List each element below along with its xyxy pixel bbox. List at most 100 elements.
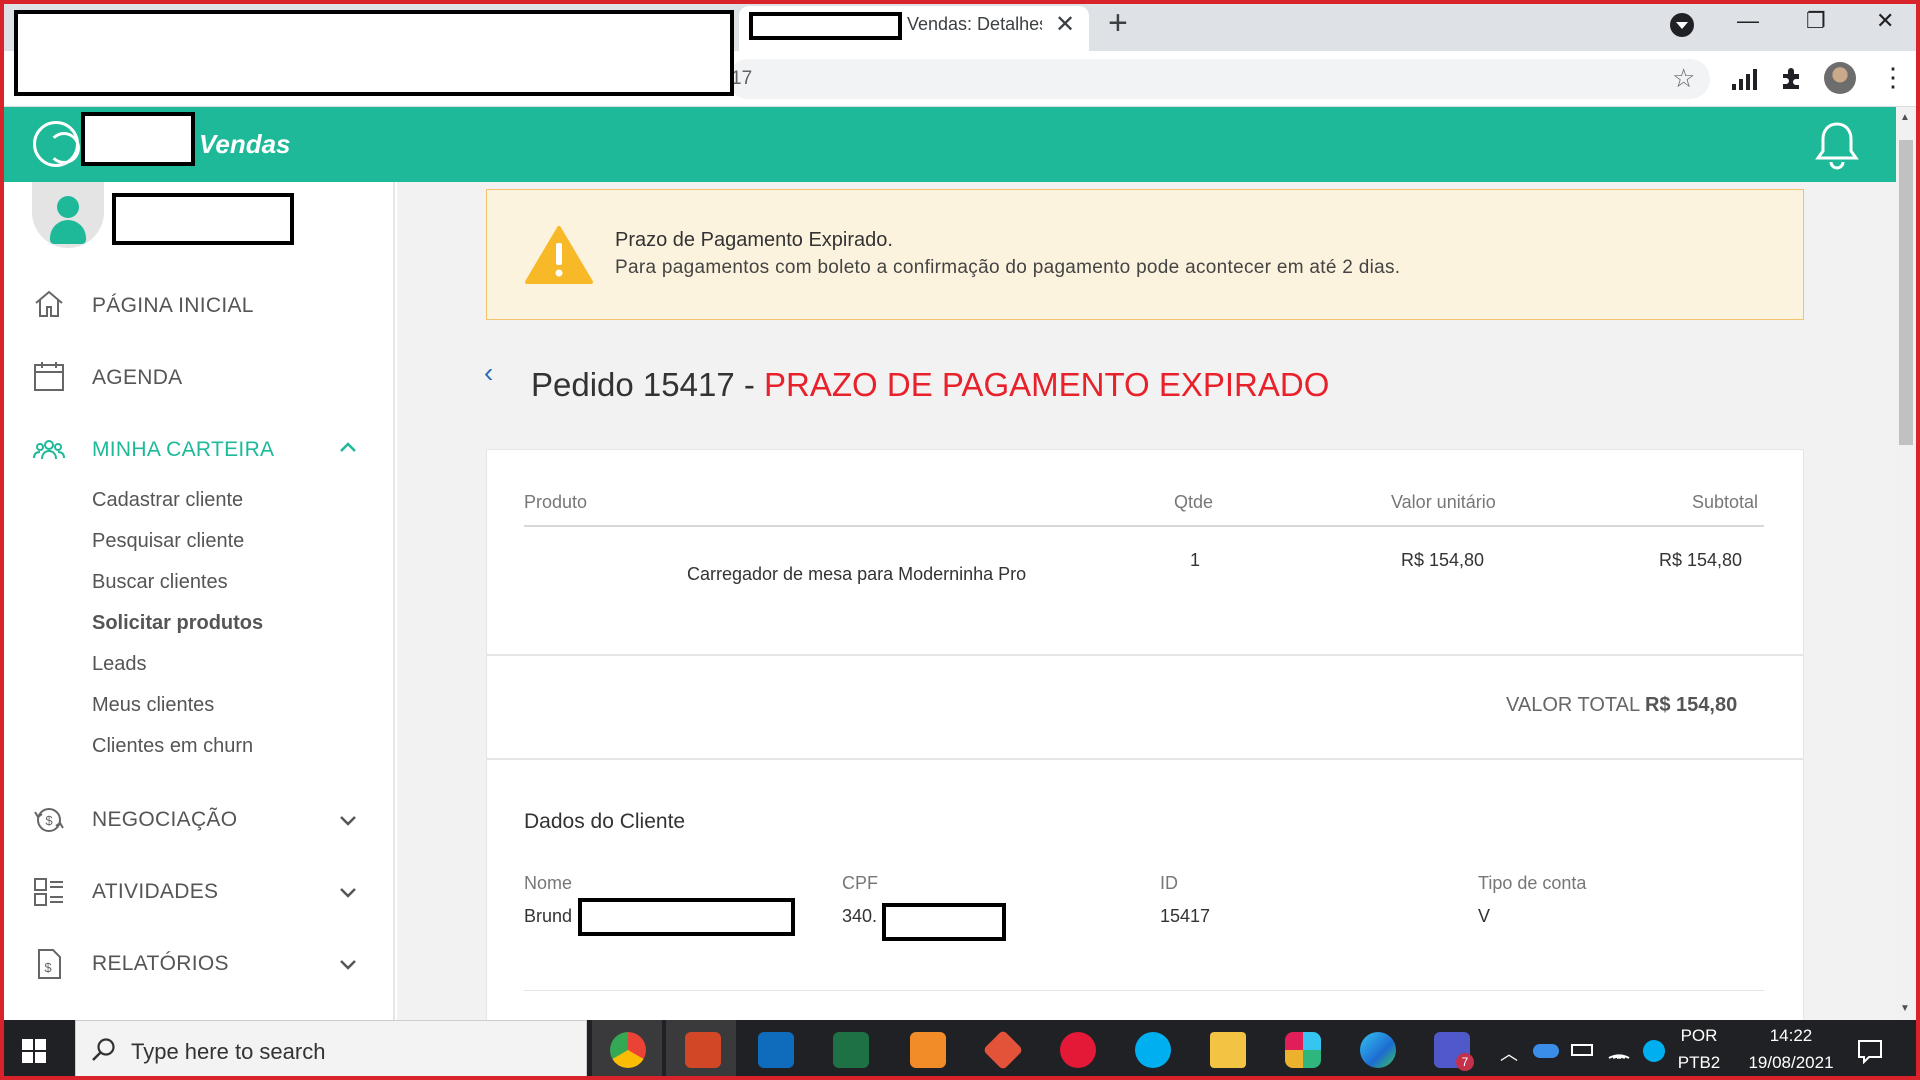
sidebar-item-negociacao[interactable]: NEGOCIAÇÃO: [92, 808, 237, 832]
home-icon: [35, 290, 63, 317]
page-title: Pedido 15417 - PRAZO DE PAGAMENTO EXPIRA…: [531, 366, 1329, 404]
redaction-box: [81, 112, 195, 166]
subitem-solicitar-produtos[interactable]: Solicitar produtos: [92, 612, 263, 635]
brand-name: Vendas: [199, 129, 291, 159]
tab-close-icon[interactable]: ✕: [1055, 10, 1075, 39]
minimize-button[interactable]: —: [1737, 8, 1759, 34]
company-logo[interactable]: [33, 121, 80, 167]
activities-icon: [34, 878, 63, 906]
edge-icon[interactable]: [1360, 1032, 1396, 1068]
subitem-clientes-em-churn[interactable]: Clientes em churn: [92, 735, 253, 758]
chevron-down-icon[interactable]: [338, 883, 358, 903]
subitem-leads[interactable]: Leads: [92, 653, 147, 676]
tab-search-icon[interactable]: [1670, 13, 1694, 37]
redaction-box: [749, 12, 902, 40]
browser-menu-icon[interactable]: ⋮: [1880, 62, 1906, 93]
calendar-icon: [34, 362, 64, 391]
tray-overflow-icon[interactable]: ︿: [1500, 1040, 1518, 1066]
section-divider: [524, 990, 1764, 991]
extensions-icon[interactable]: [1779, 66, 1803, 90]
scrollbar-thumb[interactable]: [1899, 140, 1913, 445]
payment-alert: [486, 189, 1804, 320]
svg-text:$: $: [44, 960, 52, 975]
order-items-card: [486, 449, 1804, 655]
search-icon: [92, 1038, 115, 1061]
chevron-up-icon[interactable]: [338, 437, 358, 457]
sidebar-item-relatorios[interactable]: RELATÓRIOS: [92, 952, 229, 976]
app-orange-icon[interactable]: [910, 1032, 946, 1068]
back-chevron-icon[interactable]: ‹: [484, 357, 493, 389]
sidebar-item-minha-carteira[interactable]: MINHA CARTEIRA: [92, 438, 274, 462]
client-data-card: [486, 759, 1804, 1020]
svg-text:$: $: [45, 813, 53, 828]
client-header-tipo-conta: Tipo de conta: [1478, 873, 1587, 893]
alert-title: Prazo de Pagamento Expirado.: [615, 229, 893, 251]
wifi-icon[interactable]: [1607, 1038, 1631, 1062]
client-header-nome: Nome: [524, 873, 573, 893]
chevron-down-icon[interactable]: [338, 955, 358, 975]
subitem-cadastrar-cliente[interactable]: Cadastrar cliente: [92, 489, 243, 512]
language-indicator[interactable]: POR: [1677, 1026, 1721, 1046]
subitem-pesquisar-cliente[interactable]: Pesquisar cliente: [92, 530, 244, 553]
scroll-down-icon[interactable]: ▼: [1900, 1003, 1910, 1014]
skype-tray-icon[interactable]: [1643, 1040, 1665, 1062]
client-section-title: Dados do Cliente: [524, 810, 686, 833]
file-explorer-icon[interactable]: [1210, 1032, 1246, 1068]
skype-icon[interactable]: [1135, 1032, 1171, 1068]
bookmark-star-icon[interactable]: ☆: [1672, 63, 1695, 94]
col-header-valor-unitario: Valor unitário: [1391, 492, 1496, 512]
subitem-meus-clientes[interactable]: Meus clientes: [92, 694, 214, 717]
outlook-icon[interactable]: [758, 1032, 794, 1068]
people-icon: [33, 440, 65, 460]
chrome-icon[interactable]: [610, 1032, 646, 1068]
client-account-type: V: [1478, 906, 1491, 926]
reports-icon: $: [38, 949, 61, 979]
table-divider: [524, 525, 1764, 527]
subitem-buscar-clientes[interactable]: Buscar clientes: [92, 571, 228, 594]
client-id: 15417: [1160, 906, 1211, 926]
sidebar-item-pagina-inicial[interactable]: PÁGINA INICIAL: [92, 294, 254, 318]
notifications-icon[interactable]: [1857, 1038, 1883, 1064]
chevron-down-icon[interactable]: [338, 811, 358, 831]
tab-title: Vendas: Detalhes: [907, 14, 1042, 34]
app-red-circle-icon[interactable]: [1060, 1032, 1096, 1068]
clock-date[interactable]: 19/08/2021: [1736, 1053, 1846, 1073]
network-speed-icon[interactable]: [1730, 66, 1758, 92]
col-header-produto: Produto: [524, 492, 588, 512]
restore-button[interactable]: ❐: [1806, 8, 1826, 34]
redaction-box: [14, 10, 734, 96]
slack-icon[interactable]: [1285, 1032, 1321, 1068]
sidebar-item-agenda[interactable]: AGENDA: [92, 366, 183, 390]
order-status: PRAZO DE PAGAMENTO EXPIRADO: [764, 366, 1330, 403]
address-bar[interactable]: [728, 59, 1710, 99]
onedrive-icon[interactable]: [1533, 1044, 1559, 1058]
client-header-id: ID: [1160, 873, 1178, 893]
redaction-box: [882, 903, 1006, 941]
redaction-box: [112, 193, 294, 245]
profile-avatar[interactable]: [1824, 62, 1856, 94]
sidebar-item-atividades[interactable]: ATIVIDADES: [92, 880, 218, 904]
total-value: R$ 154,80: [1644, 694, 1738, 716]
notification-bell-icon[interactable]: [1814, 120, 1860, 170]
teams-badge: 7: [1456, 1053, 1474, 1071]
clock-time[interactable]: 14:22: [1736, 1026, 1846, 1046]
powerpoint-icon[interactable]: [685, 1032, 721, 1068]
keyboard-layout[interactable]: PTB2: [1677, 1053, 1721, 1073]
windows-start-icon[interactable]: [22, 1039, 46, 1063]
excel-icon[interactable]: [833, 1032, 869, 1068]
scroll-up-icon[interactable]: ▲: [1900, 112, 1910, 123]
total-label: VALOR TOTAL: [1506, 694, 1645, 716]
client-name: Brund: [524, 906, 573, 926]
product-unit-price: R$ 154,80: [1401, 550, 1485, 570]
order-total: VALOR TOTAL R$ 154,80: [1506, 694, 1737, 717]
new-tab-button[interactable]: +: [1108, 4, 1128, 43]
battery-icon[interactable]: [1571, 1044, 1593, 1056]
alert-text: Para pagamentos com boleto a confirmação…: [615, 257, 1401, 278]
product-qty: 1: [1190, 550, 1201, 570]
col-header-qtde: Qtde: [1174, 492, 1214, 512]
product-subtotal: R$ 154,80: [1659, 550, 1743, 570]
client-cpf: 340.: [842, 906, 878, 926]
close-window-button[interactable]: ✕: [1876, 8, 1894, 34]
negotiation-icon: $: [34, 808, 64, 832]
redaction-box: [578, 898, 795, 936]
